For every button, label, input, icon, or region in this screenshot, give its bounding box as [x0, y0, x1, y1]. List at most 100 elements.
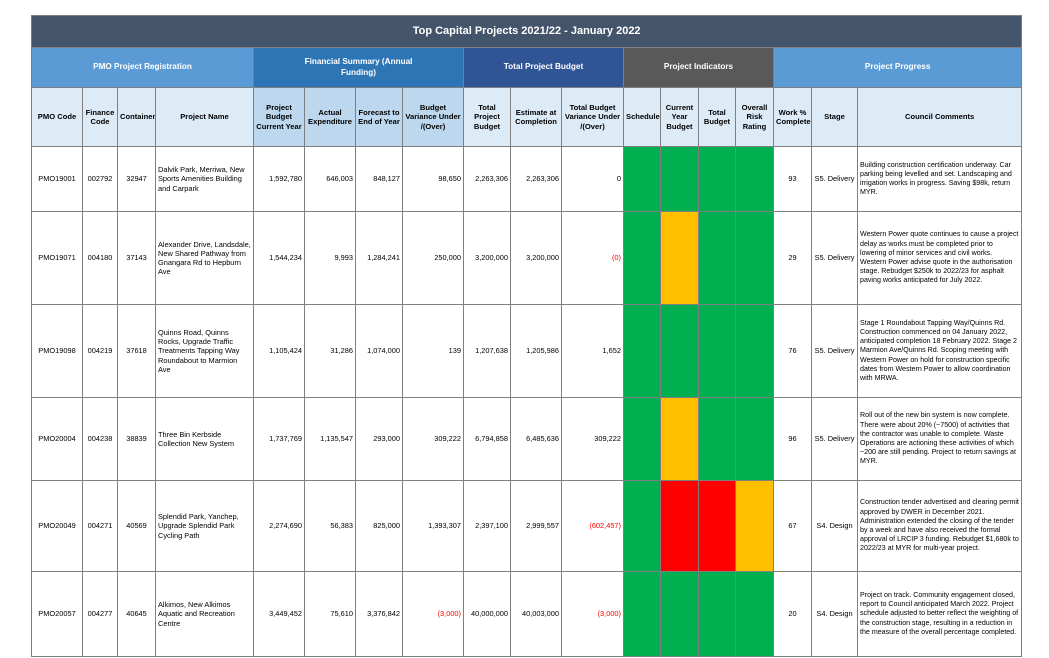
indicator-overall-risk [735, 397, 774, 481]
cell-budget-current-year: 1,592,780 [253, 146, 305, 212]
cell-forecast: 1,074,000 [355, 304, 403, 398]
cell-forecast: 3,376,842 [355, 571, 403, 657]
cell-budget-variance: 309,222 [402, 397, 464, 481]
cell-stage: S5. Delivery [811, 397, 858, 481]
table-row: PMO20049 004271 40569 Splendid Park, Yanche… [31, 480, 1023, 572]
cell-stage: S5. Delivery [811, 211, 858, 305]
cell-actual-expenditure: 31,286 [304, 304, 356, 398]
cell-project-name: Quinns Road, Quinns Rocks, Upgrade Traff… [155, 304, 254, 398]
header-stage: Stage [811, 87, 858, 147]
indicator-schedule [623, 304, 661, 398]
header-project-name: Project Name [155, 87, 254, 147]
cell-project-name: Three Bin Kerbside Collection New System [155, 397, 254, 481]
table-row: PMO19071 004180 37143 Alexander Drive, Land… [31, 211, 1023, 305]
cell-finance-code: 004271 [82, 480, 118, 572]
header-container: Container [117, 87, 156, 147]
cell-total-project-budget: 6,794,858 [463, 397, 511, 481]
group-total-project-budget: Total Project Budget [463, 47, 624, 88]
capital-projects-report: Top Capital Projects 2021/22 - January 2… [30, 15, 1023, 657]
cell-finance-code: 004277 [82, 571, 118, 657]
table-row: PMO19001 002792 32947 Dalvik Park, Merriwa,… [31, 146, 1023, 212]
group-financial-summary: Financial Summary (Annual Funding) [253, 47, 464, 88]
cell-project-name: Alexander Drive, Landsdale, New Shared P… [155, 211, 254, 305]
indicator-schedule [623, 146, 661, 212]
indicator-overall-risk [735, 480, 774, 572]
cell-total-budget-variance: (3,000) [561, 571, 624, 657]
indicator-total-budget [698, 397, 736, 481]
indicator-schedule [623, 480, 661, 572]
indicator-total-budget [698, 480, 736, 572]
header-finance-code: Finance Code [82, 87, 118, 147]
cell-work-complete: 67 [773, 480, 812, 572]
cell-project-name: Splendid Park, Yanchep, Upgrade Splendid… [155, 480, 254, 572]
cell-total-budget-variance: 1,652 [561, 304, 624, 398]
cell-budget-current-year: 1,105,424 [253, 304, 305, 398]
cell-budget-current-year: 2,274,690 [253, 480, 305, 572]
cell-budget-variance: 98,650 [402, 146, 464, 212]
cell-pmo-code: PMO19071 [31, 211, 83, 305]
cell-council-comments: Western Power quote continues to cause a… [856, 211, 1023, 305]
group-pmo-registration: PMO Project Registration [31, 47, 254, 88]
cell-total-project-budget: 2,263,306 [463, 146, 511, 212]
cell-budget-current-year: 1,737,769 [253, 397, 305, 481]
cell-estimate-completion: 2,263,306 [510, 146, 562, 212]
header-total-project-budget: Total Project Budget [463, 87, 511, 147]
cell-container: 32947 [117, 146, 156, 212]
cell-budget-current-year: 1,544,234 [253, 211, 305, 305]
cell-total-budget-variance: 0 [561, 146, 624, 212]
header-forecast: Forecast to End of Year [355, 87, 403, 147]
header-work-complete: Work % Complete [773, 87, 812, 147]
indicator-total-budget [698, 304, 736, 398]
cell-actual-expenditure: 9,993 [304, 211, 356, 305]
cell-budget-variance: (3,000) [402, 571, 464, 657]
header-estimate-completion: Estimate at Completion [510, 87, 562, 147]
indicator-schedule [623, 571, 661, 657]
cell-stage: S4. Design [811, 571, 858, 657]
cell-work-complete: 96 [773, 397, 812, 481]
cell-estimate-completion: 1,205,986 [510, 304, 562, 398]
header-budget-variance: Budget Variance Under /(Over) [402, 87, 464, 147]
cell-actual-expenditure: 1,135,547 [304, 397, 356, 481]
cell-council-comments: Stage 1 Roundabout Tapping Way/Quinns Rd… [856, 304, 1023, 398]
cell-pmo-code: PMO20049 [31, 480, 83, 572]
cell-forecast: 1,284,241 [355, 211, 403, 305]
cell-project-name: Dalvik Park, Merriwa, New Sports Ameniti… [155, 146, 254, 212]
header-current-year-budget: Current Year Budget [660, 87, 699, 147]
header-total-budget-indicator: Total Budget [698, 87, 736, 147]
cell-total-project-budget: 40,000,000 [463, 571, 511, 657]
indicator-current-year-budget [660, 397, 699, 481]
cell-pmo-code: PMO20004 [31, 397, 83, 481]
projects-table: Top Capital Projects 2021/22 - January 2… [30, 15, 1023, 657]
indicator-current-year-budget [660, 571, 699, 657]
cell-pmo-code: PMO19098 [31, 304, 83, 398]
cell-total-budget-variance: 309,222 [561, 397, 624, 481]
header-total-budget-variance: Total Budget Variance Under /(Over) [561, 87, 624, 147]
indicator-current-year-budget [660, 211, 699, 305]
cell-total-project-budget: 1,207,638 [463, 304, 511, 398]
cell-total-project-budget: 3,200,000 [463, 211, 511, 305]
cell-estimate-completion: 6,485,636 [510, 397, 562, 481]
cell-actual-expenditure: 646,003 [304, 146, 356, 212]
cell-forecast: 293,000 [355, 397, 403, 481]
cell-actual-expenditure: 56,383 [304, 480, 356, 572]
cell-council-comments: Project on track. Community engagement c… [856, 571, 1023, 657]
cell-finance-code: 004219 [82, 304, 118, 398]
report-title: Top Capital Projects 2021/22 - January 2… [30, 15, 1023, 48]
cell-container: 40645 [117, 571, 156, 657]
cell-container: 38839 [117, 397, 156, 481]
indicator-overall-risk [735, 211, 774, 305]
cell-stage: S5. Delivery [811, 146, 858, 212]
cell-forecast: 825,000 [355, 480, 403, 572]
cell-forecast: 848,127 [355, 146, 403, 212]
cell-project-name: Alkimos, New Alkimos Aquatic and Recreat… [155, 571, 254, 657]
cell-finance-code: 002792 [82, 146, 118, 212]
cell-work-complete: 20 [773, 571, 812, 657]
indicator-total-budget [698, 146, 736, 212]
cell-work-complete: 76 [773, 304, 812, 398]
cell-estimate-completion: 40,003,000 [510, 571, 562, 657]
indicator-current-year-budget [660, 480, 699, 572]
indicator-overall-risk [735, 304, 774, 398]
cell-stage: S4. Design [811, 480, 858, 572]
cell-container: 40569 [117, 480, 156, 572]
cell-work-complete: 93 [773, 146, 812, 212]
